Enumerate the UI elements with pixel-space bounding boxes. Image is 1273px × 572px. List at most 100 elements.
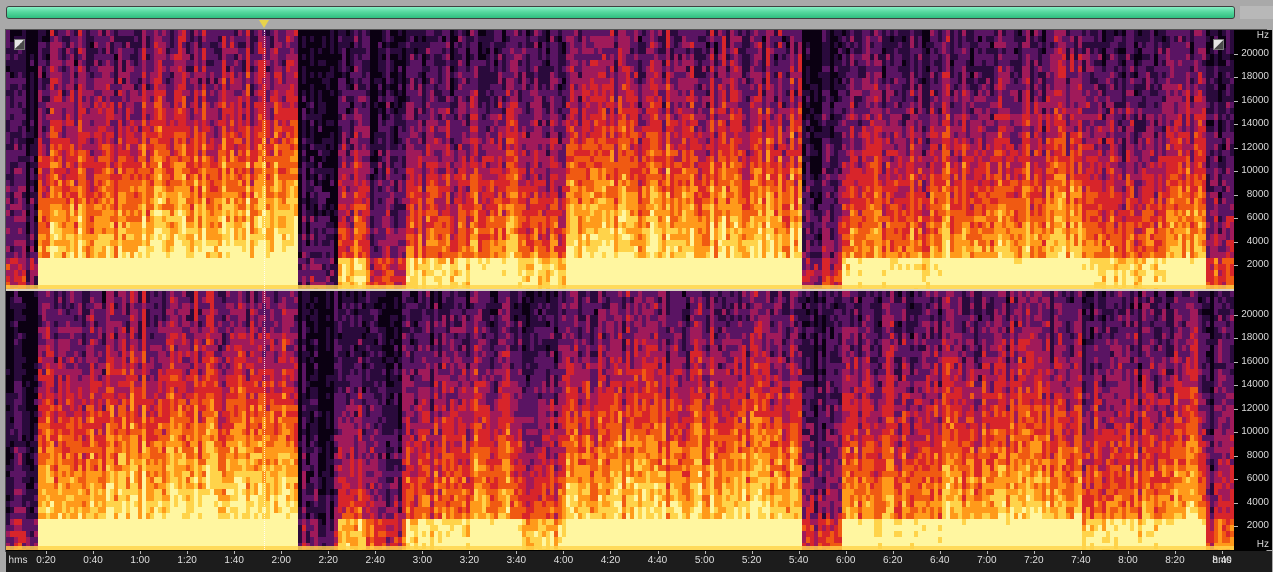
freq-tick	[1234, 408, 1238, 410]
freq-tick	[1234, 385, 1238, 387]
time-label: 7:00	[977, 555, 996, 566]
time-label: 4:00	[554, 555, 573, 566]
time-label: 3:40	[507, 555, 526, 566]
time-label: 3:00	[413, 555, 432, 566]
freq-label: 8000	[1247, 189, 1269, 200]
time-label: 1:40	[224, 555, 243, 566]
freq-tick	[1234, 100, 1238, 102]
freq-tick	[1234, 338, 1238, 340]
zoom-corner-left-icon[interactable]	[14, 39, 25, 50]
time-tick	[939, 551, 941, 554]
playback-cursor-line	[264, 30, 265, 550]
freq-label: 14000	[1241, 119, 1269, 129]
time-label: 7:40	[1071, 555, 1090, 566]
freq-label: 10000	[1241, 166, 1269, 176]
time-tick	[1080, 551, 1082, 554]
time-label: 5:00	[695, 555, 714, 566]
freq-unit-bottom: Hz	[1257, 540, 1269, 550]
freq-tick	[1234, 77, 1238, 79]
time-tick	[93, 551, 95, 554]
time-tick	[469, 551, 471, 554]
time-tick	[422, 551, 424, 554]
time-axis: hms hms 0:20 0:40 1:00 1:20 1:40 2:00 2:20 2:40…	[6, 551, 1272, 572]
freq-label: 18000	[1241, 72, 1269, 82]
time-label: 6:40	[930, 555, 949, 566]
time-tick	[328, 551, 330, 554]
time-tick	[516, 551, 518, 554]
freq-tick	[1234, 455, 1238, 457]
freq-tick	[1234, 194, 1238, 196]
time-label: 5:40	[789, 555, 808, 566]
spectrogram-channel-left[interactable]	[6, 30, 1234, 289]
time-tick	[234, 551, 236, 554]
zoom-corner-right-icon[interactable]	[1213, 39, 1224, 50]
time-label: 8:20	[1165, 555, 1184, 566]
freq-label: 16000	[1241, 95, 1269, 106]
time-tick	[375, 551, 377, 554]
freq-tick	[1234, 432, 1238, 434]
freq-tick	[1234, 361, 1238, 363]
time-tick	[281, 551, 283, 554]
time-label: 2:20	[319, 555, 338, 566]
time-label: 8:00	[1118, 555, 1137, 566]
time-tick	[845, 551, 847, 554]
freq-tick	[1234, 147, 1238, 149]
time-label: 1:00	[130, 555, 149, 566]
freq-label: 8000	[1247, 450, 1269, 461]
time-tick	[704, 551, 706, 554]
freq-tick	[1234, 502, 1238, 504]
overview-scrollbar[interactable]	[6, 6, 1235, 19]
time-tick	[187, 551, 189, 554]
freq-label: 20000	[1241, 309, 1269, 320]
freq-label: 14000	[1241, 380, 1269, 390]
freq-tick	[1234, 241, 1238, 243]
overview-bar-end	[1240, 6, 1273, 19]
time-label: 6:20	[883, 555, 902, 566]
time-tick	[1033, 551, 1035, 554]
freq-tick	[1234, 171, 1238, 173]
time-label: 0:40	[83, 555, 102, 566]
freq-tick	[1234, 124, 1238, 126]
time-tick	[1174, 551, 1176, 554]
low-frequency-band	[6, 546, 1234, 550]
freq-tick	[1234, 53, 1238, 55]
freq-label: 6000	[1247, 213, 1269, 223]
freq-tick	[1234, 314, 1238, 316]
time-tick	[986, 551, 988, 554]
freq-label: 16000	[1241, 356, 1269, 367]
time-tick	[140, 551, 142, 554]
freq-label: 20000	[1241, 48, 1269, 59]
time-label: 1:20	[177, 555, 196, 566]
time-label: 5:20	[742, 555, 761, 566]
freq-label: 4000	[1247, 497, 1269, 508]
time-tick	[892, 551, 894, 554]
freq-tick	[1234, 526, 1238, 528]
freq-tick	[1234, 265, 1238, 267]
freq-label: 2000	[1247, 521, 1269, 531]
freq-tick	[1234, 218, 1238, 220]
time-label: 7:20	[1024, 555, 1043, 566]
freq-label: 12000	[1241, 403, 1269, 414]
time-label: 3:20	[460, 555, 479, 566]
time-tick	[46, 551, 47, 554]
freq-label: 4000	[1247, 236, 1269, 247]
time-unit-left: hms	[9, 555, 28, 566]
time-label: 6:00	[836, 555, 855, 566]
freq-label: 12000	[1241, 142, 1269, 153]
spectral-view-window: Hz Hz 20000 18000 16000 14000 12000 10000 8000…	[0, 0, 1273, 572]
time-tick	[1222, 551, 1223, 554]
freq-unit-top: Hz	[1257, 31, 1269, 41]
time-tick	[563, 551, 565, 554]
freq-label: 6000	[1247, 474, 1269, 484]
time-label: 2:40	[366, 555, 385, 566]
time-label: 4:40	[648, 555, 667, 566]
time-label: 4:20	[601, 555, 620, 566]
freq-label: 18000	[1241, 333, 1269, 343]
freq-label: 10000	[1241, 427, 1269, 437]
time-tick	[657, 551, 659, 554]
time-tick	[1127, 551, 1129, 554]
playhead-marker-icon[interactable]	[259, 20, 269, 28]
frequency-axis: Hz Hz 20000 18000 16000 14000 12000 10000 8000…	[1234, 30, 1272, 550]
time-label: 8:40	[1212, 555, 1231, 566]
spectrogram-channel-right[interactable]	[6, 291, 1234, 550]
